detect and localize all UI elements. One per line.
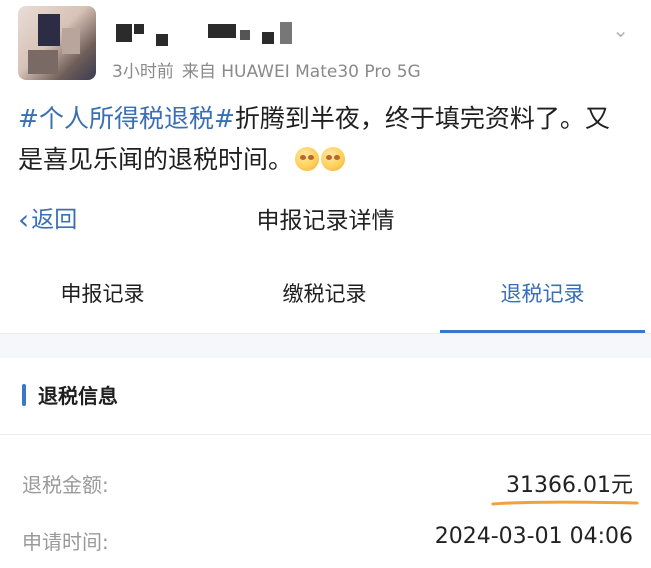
apply-time-label: 申请时间: — [22, 530, 109, 554]
emoji-icon — [295, 147, 320, 171]
tab-refund-records[interactable]: 退税记录 — [440, 255, 645, 333]
page-title: 申报记录详情 — [256, 208, 395, 234]
chevron-down-icon[interactable]: ⌄ — [612, 20, 629, 40]
refund-amount-value: 31366.01元 — [506, 473, 633, 498]
nav-bar: ‹返回 申报记录详情 — [0, 190, 651, 248]
section-accent-bar — [22, 384, 26, 406]
post-text: #个人所得税退税#折腾到半夜，终于填完资料了。又是喜见乐闻的退税时间。 — [18, 98, 618, 180]
tab-filing-records[interactable]: 申报记录 — [0, 255, 205, 333]
section-spacer — [0, 334, 651, 358]
refund-info-section: 退税信息 — [0, 358, 651, 435]
post-meta: 3小时前 来自 HUAWEI Mate30 Pro 5G — [112, 57, 421, 82]
post-time: 3小时前 — [112, 62, 174, 82]
emoji-icon — [321, 147, 346, 171]
tab-bar: 申报记录 缴税记录 退税记录 — [0, 255, 651, 334]
avatar[interactable] — [18, 6, 96, 80]
apply-time-row: 申请时间: 2024-03-01 04:06 — [0, 512, 651, 568]
tab-tax-payment-records[interactable]: 缴税记录 — [222, 255, 427, 333]
post-source: 来自 HUAWEI Mate30 Pro 5G — [181, 62, 421, 82]
refund-amount-row: 退税金额: 31366.01元 — [0, 455, 651, 511]
username-redacted[interactable] — [112, 18, 302, 50]
weibo-post: ⌄ 3小时前 来自 HUAWEI Mate30 Pro 5G #个人所得税退税#折… — [0, 0, 651, 188]
apply-time-value: 2024-03-01 04:06 — [434, 524, 633, 549]
refund-amount-label: 退税金额: — [22, 473, 109, 497]
active-tab-indicator — [440, 330, 645, 333]
hashtag-link[interactable]: #个人所得税退税# — [18, 104, 235, 133]
handwritten-underline — [491, 500, 639, 506]
section-title: 退税信息 — [38, 384, 118, 408]
